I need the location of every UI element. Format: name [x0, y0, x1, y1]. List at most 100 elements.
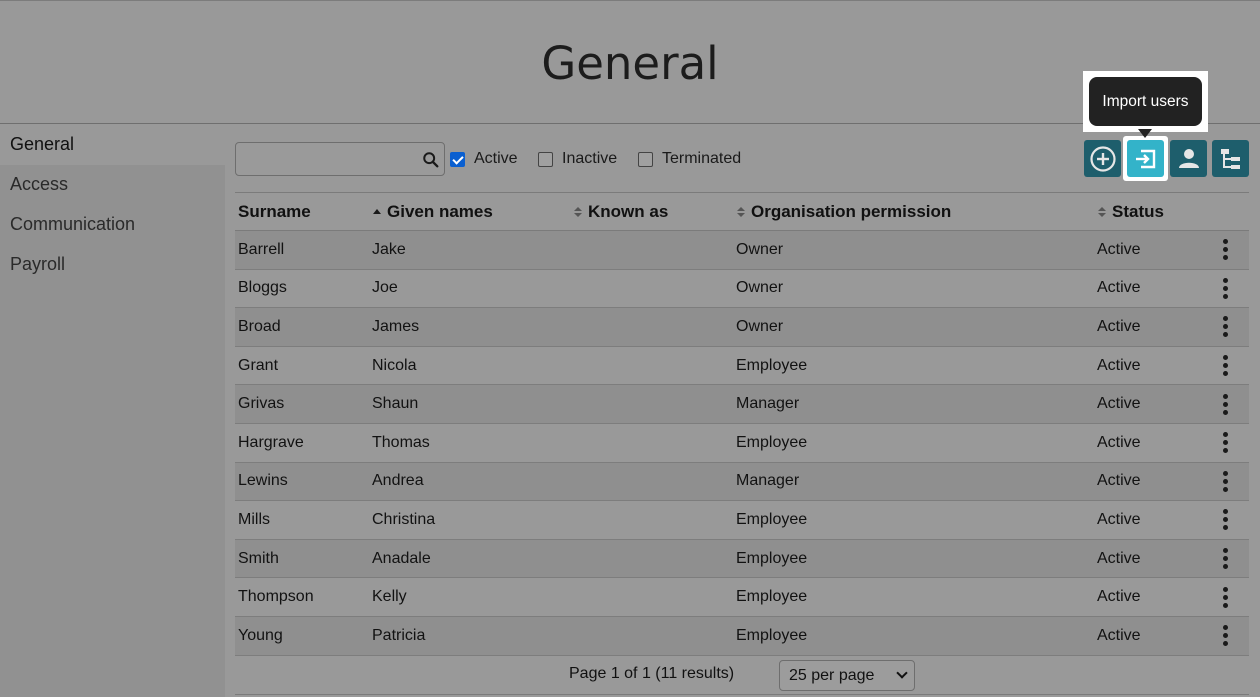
filter-active[interactable]: Active [450, 150, 518, 168]
col-status-label: Status [1112, 201, 1164, 221]
pagination: Page 1 of 1 (11 results) 25 per page [235, 655, 1249, 695]
sort-both-icon [574, 207, 582, 218]
table-row[interactable]: Grivas Shaun Manager Active [235, 384, 1249, 424]
surname-cell[interactable]: Bloggs [235, 269, 369, 308]
col-actions [1194, 192, 1249, 231]
sidebar-item-access[interactable]: Access [0, 165, 225, 205]
more-options-icon[interactable] [1215, 625, 1235, 647]
surname-cell[interactable]: Lewins [235, 462, 369, 501]
surname-cell[interactable]: Barrell [235, 231, 369, 270]
status-cell: Active [1097, 433, 1141, 451]
given-names-cell[interactable]: Andrea [369, 462, 570, 501]
surname-cell[interactable]: Grivas [235, 385, 369, 424]
more-options-icon[interactable] [1215, 393, 1235, 415]
search-icon[interactable] [422, 151, 440, 169]
surname-cell[interactable]: Hargrave [235, 423, 369, 462]
status-cell: Active [1097, 317, 1141, 335]
page-title: General [541, 37, 719, 90]
filter-inactive[interactable]: Inactive [538, 150, 617, 168]
page-info: Page 1 of 1 (11 results) [569, 665, 735, 682]
table-row[interactable]: Mills Christina Employee Active [235, 500, 1249, 540]
known-as-cell [570, 462, 733, 501]
col-permission-label: Organisation permission [751, 201, 952, 221]
surname-cell[interactable]: Grant [235, 346, 369, 385]
given-names-cell[interactable]: Nicola [369, 346, 570, 385]
table-row[interactable]: Broad James Owner Active [235, 307, 1249, 347]
org-chart-button[interactable] [1212, 140, 1249, 177]
more-options-icon[interactable] [1215, 277, 1235, 299]
terminated-checkbox[interactable] [638, 151, 653, 167]
more-options-icon[interactable] [1215, 586, 1235, 608]
permission-cell: Owner [736, 317, 784, 335]
actions-cell [1194, 578, 1249, 617]
table-row[interactable]: Smith Anadale Employee Active [235, 539, 1249, 578]
col-given-names-label: Given names [387, 201, 493, 221]
more-options-icon[interactable] [1215, 509, 1235, 531]
surname-cell[interactable]: Thompson [235, 578, 369, 617]
actions-cell [1194, 501, 1249, 540]
import-users-button[interactable] [1123, 136, 1168, 181]
col-status[interactable]: Status [1094, 192, 1194, 231]
surname-cell[interactable]: Young [235, 616, 369, 655]
table-row[interactable]: Barrell Jake Owner Active [235, 230, 1249, 270]
per-page-select[interactable]: 25 per page [779, 660, 915, 691]
given-names-cell[interactable]: Christina [369, 501, 570, 540]
col-organisation-permission[interactable]: Organisation permission [733, 192, 1094, 231]
permission-cell: Manager [736, 472, 800, 490]
actions-cell [1194, 539, 1249, 578]
table-row[interactable]: Grant Nicola Employee Active [235, 346, 1249, 385]
surname-cell[interactable]: Mills [235, 501, 369, 540]
permission-cell: Manager [736, 395, 800, 413]
sidebar-item-payroll[interactable]: Payroll [0, 245, 225, 285]
sidebar-item-general[interactable]: General [0, 125, 225, 165]
col-known-as-label: Known as [588, 201, 669, 221]
permission-cell: Employee [736, 356, 808, 374]
given-names-cell[interactable]: Kelly [369, 578, 570, 617]
status-cell: Active [1097, 588, 1141, 606]
surname-cell[interactable]: Smith [235, 539, 369, 578]
inactive-checkbox[interactable] [538, 151, 553, 167]
sidebar-item-communication[interactable]: Communication [0, 205, 225, 245]
table-row[interactable]: Young Patricia Employee Active [235, 616, 1249, 656]
surname-cell[interactable]: Broad [235, 308, 369, 347]
table-row[interactable]: Lewins Andrea Manager Active [235, 462, 1249, 501]
active-checkbox[interactable] [450, 151, 465, 167]
add-user-button[interactable] [1084, 140, 1121, 177]
more-options-icon[interactable] [1215, 548, 1235, 570]
more-options-icon[interactable] [1215, 432, 1235, 454]
permission-cell: Employee [736, 433, 808, 451]
known-as-cell [570, 385, 733, 424]
given-names-cell[interactable]: Thomas [369, 423, 570, 462]
col-surname[interactable]: Surname [235, 192, 369, 231]
more-options-icon[interactable] [1215, 355, 1235, 377]
col-known-as[interactable]: Known as [570, 192, 733, 231]
status-cell: Active [1097, 395, 1141, 413]
tooltip: Import users [1083, 71, 1208, 132]
more-options-icon[interactable] [1215, 316, 1235, 338]
given-names-cell[interactable]: Patricia [369, 616, 570, 655]
known-as-cell [570, 231, 733, 270]
single-user-button[interactable] [1170, 140, 1207, 177]
known-as-cell [570, 346, 733, 385]
search-input[interactable] [236, 143, 416, 175]
col-given-names[interactable]: Given names [369, 192, 570, 231]
table-row[interactable]: Bloggs Joe Owner Active [235, 269, 1249, 308]
given-names-cell[interactable]: Joe [369, 269, 570, 308]
given-names-cell[interactable]: Anadale [369, 539, 570, 578]
permission-cell: Employee [736, 588, 808, 606]
given-names-cell[interactable]: James [369, 308, 570, 347]
status-cell: Active [1097, 626, 1141, 644]
per-page-value: 25 per page [789, 667, 875, 684]
actions-cell [1194, 423, 1249, 462]
more-options-icon[interactable] [1215, 470, 1235, 492]
known-as-cell [570, 578, 733, 617]
table-row[interactable]: Thompson Kelly Employee Active [235, 577, 1249, 617]
status-cell: Active [1097, 356, 1141, 374]
import-users-button-inner[interactable] [1127, 140, 1164, 177]
filter-terminated[interactable]: Terminated [638, 150, 741, 168]
given-names-cell[interactable]: Shaun [369, 385, 570, 424]
search-box [235, 142, 445, 176]
table-row[interactable]: Hargrave Thomas Employee Active [235, 423, 1249, 463]
more-options-icon[interactable] [1215, 239, 1235, 261]
given-names-cell[interactable]: Jake [369, 231, 570, 270]
